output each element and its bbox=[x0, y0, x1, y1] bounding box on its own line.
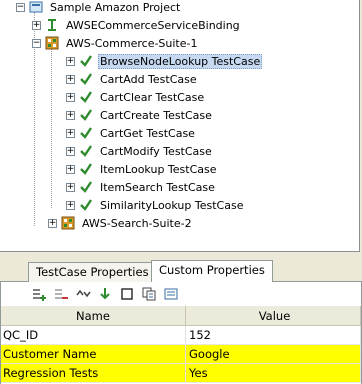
tree-node-testcase[interactable]: + CartCreate TestCase bbox=[66, 106, 214, 124]
tree-node-label: CartCreate TestCase bbox=[100, 108, 212, 122]
tree-node-label: CartModify TestCase bbox=[100, 144, 212, 158]
tab-custom-properties[interactable]: Custom Properties bbox=[151, 260, 273, 283]
tree-node-label: AWS-Commerce-Suite-1 bbox=[66, 36, 198, 50]
property-value-cell[interactable]: Yes bbox=[186, 364, 361, 382]
tree-node-testcase[interactable]: + CartModify TestCase bbox=[66, 142, 214, 160]
testcase-check-icon bbox=[79, 180, 93, 194]
tree-node-label: CartClear TestCase bbox=[100, 90, 205, 104]
collapse-icon[interactable]: − bbox=[32, 38, 41, 48]
table-row[interactable]: Customer Name Google bbox=[1, 345, 361, 364]
tree-node-label: ItemLookup TestCase bbox=[100, 162, 217, 176]
tree-node-suite-1[interactable]: − AWS-Commerce-Suite-1 bbox=[32, 34, 199, 52]
tree-node-label: Sample Amazon Project bbox=[50, 0, 181, 14]
property-name-cell[interactable]: Customer Name bbox=[1, 345, 186, 363]
properties-table: Name Value QC_ID 152 Customer Name Googl… bbox=[0, 306, 362, 384]
testcase-check-icon bbox=[79, 108, 93, 122]
expand-icon[interactable]: + bbox=[66, 164, 75, 174]
testcase-check-icon bbox=[79, 144, 93, 158]
tree-node-label: AWS-Search-Suite-2 bbox=[82, 216, 192, 230]
property-value-cell[interactable]: 152 bbox=[186, 326, 361, 344]
tree-node-label: AWSECommerceServiceBinding bbox=[66, 18, 240, 32]
tree-node-testcase[interactable]: + SimilarityLookup TestCase bbox=[66, 196, 245, 214]
properties-icon[interactable] bbox=[163, 286, 179, 302]
collapse-icon[interactable]: − bbox=[16, 2, 25, 12]
project-icon bbox=[29, 0, 43, 14]
tree-node-testcase[interactable]: + BrowseNodeLookup TestCase bbox=[66, 52, 263, 70]
expand-icon[interactable]: + bbox=[32, 20, 41, 30]
tree-node-label: CartGet TestCase bbox=[100, 126, 195, 140]
table-header: Name Value bbox=[1, 306, 361, 326]
project-tree[interactable]: − Sample Amazon Project + AWSECommerceSe… bbox=[0, 0, 360, 252]
move-up-down-icon[interactable] bbox=[75, 286, 91, 302]
tree-node-testcase[interactable]: + ItemSearch TestCase bbox=[66, 178, 217, 196]
remove-property-icon[interactable] bbox=[53, 286, 69, 302]
tree-node-testcase[interactable]: + CartGet TestCase bbox=[66, 124, 197, 142]
load-icon[interactable] bbox=[97, 286, 113, 302]
expand-icon[interactable]: + bbox=[66, 56, 75, 66]
testsuite-icon bbox=[61, 216, 75, 230]
expand-icon[interactable]: + bbox=[66, 92, 75, 102]
tree-node-binding[interactable]: + AWSECommerceServiceBinding bbox=[32, 16, 242, 34]
column-header-name[interactable]: Name bbox=[1, 306, 186, 325]
properties-toolbar bbox=[0, 282, 362, 306]
tree-node-label: CartAdd TestCase bbox=[100, 72, 197, 86]
column-header-value[interactable]: Value bbox=[186, 306, 361, 325]
properties-tabs: TestCase Properties Custom Properties bbox=[0, 260, 362, 283]
testcase-check-icon bbox=[79, 72, 93, 86]
property-name-cell[interactable]: Regression Tests bbox=[1, 364, 186, 382]
tree-node-label: SimilarityLookup TestCase bbox=[100, 198, 244, 212]
testsuite-icon bbox=[45, 36, 59, 50]
tree-node-testcase[interactable]: + CartAdd TestCase bbox=[66, 70, 199, 88]
add-property-icon[interactable] bbox=[31, 286, 47, 302]
table-row[interactable]: QC_ID 152 bbox=[1, 326, 361, 345]
tree-node-project[interactable]: − Sample Amazon Project bbox=[16, 0, 182, 16]
expand-icon[interactable]: + bbox=[66, 128, 75, 138]
tree-node-suite-2[interactable]: + AWS-Search-Suite-2 bbox=[48, 214, 194, 232]
expand-icon[interactable]: + bbox=[66, 146, 75, 156]
property-name-cell[interactable]: QC_ID bbox=[1, 326, 186, 344]
tree-node-testcase[interactable]: + CartClear TestCase bbox=[66, 88, 206, 106]
expand-icon[interactable]: + bbox=[66, 110, 75, 120]
interface-icon bbox=[45, 18, 59, 32]
testcase-check-icon bbox=[79, 198, 93, 212]
clear-icon[interactable] bbox=[119, 286, 135, 302]
tab-testcase-properties[interactable]: TestCase Properties bbox=[28, 262, 157, 282]
expand-icon[interactable]: + bbox=[66, 182, 75, 192]
testcase-check-icon bbox=[79, 54, 93, 68]
copy-icon[interactable] bbox=[141, 286, 157, 302]
tree-node-label: ItemSearch TestCase bbox=[100, 180, 215, 194]
tree-guide-line bbox=[51, 48, 52, 208]
property-value-cell[interactable]: Google bbox=[186, 345, 361, 363]
expand-icon[interactable]: + bbox=[48, 218, 57, 228]
expand-icon[interactable]: + bbox=[66, 200, 75, 210]
table-row[interactable]: Regression Tests Yes bbox=[1, 364, 361, 383]
testcase-check-icon bbox=[79, 126, 93, 140]
expand-icon[interactable]: + bbox=[66, 74, 75, 84]
tree-node-testcase[interactable]: + ItemLookup TestCase bbox=[66, 160, 219, 178]
tree-node-label-selected: BrowseNodeLookup TestCase bbox=[98, 53, 263, 69]
testcase-check-icon bbox=[79, 162, 93, 176]
testcase-check-icon bbox=[79, 90, 93, 104]
